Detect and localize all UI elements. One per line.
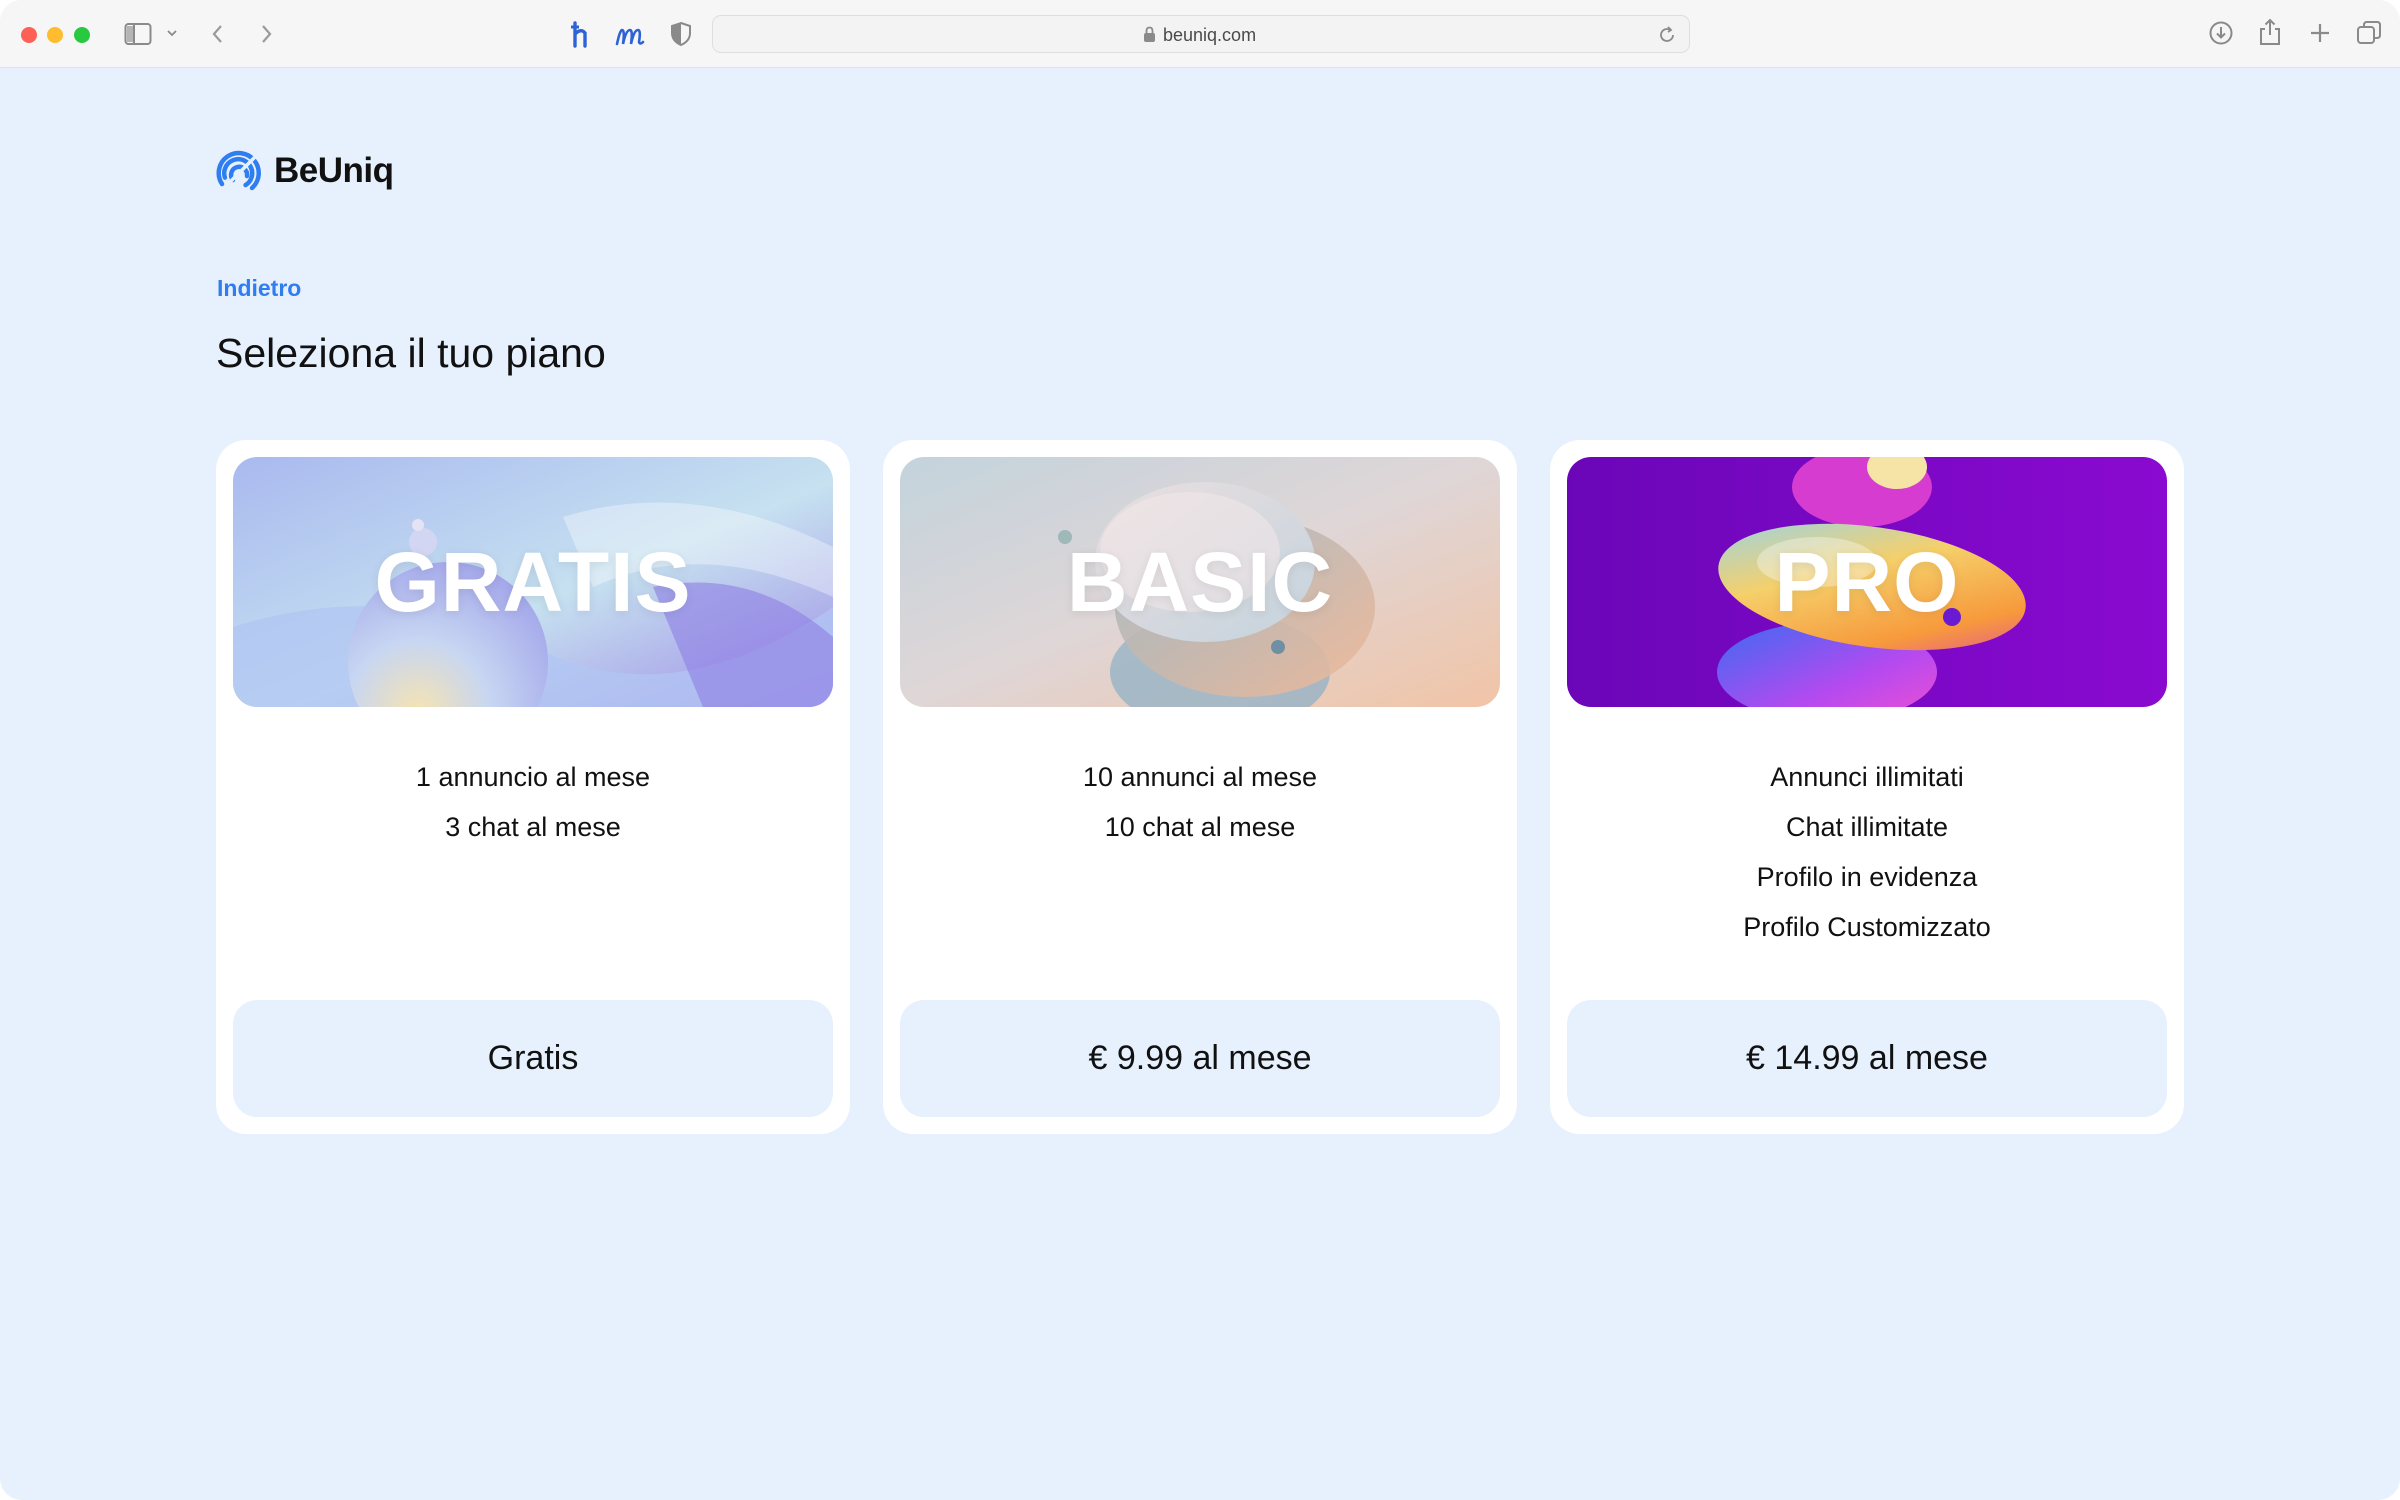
plan-banner-basic: BASIC: [900, 457, 1500, 707]
feature-item: Annunci illimitati: [1770, 762, 1964, 792]
select-plan-pro-button[interactable]: € 14.99 al mese: [1567, 1000, 2167, 1117]
feature-item: 10 annunci al mese: [1082, 762, 1318, 792]
plan-card-basic[interactable]: BASIC 10 annunci al mese 10 chat al mese…: [883, 440, 1517, 1134]
sidebar-icon[interactable]: [124, 22, 152, 46]
feature-item: 1 annuncio al mese: [415, 762, 651, 792]
page-title: Seleziona il tuo piano: [216, 330, 606, 376]
close-window-button[interactable]: [21, 27, 37, 43]
forward-arrow-icon[interactable]: [258, 22, 274, 46]
hypothesis-extension-icon[interactable]: [568, 20, 594, 50]
feature-item: Profilo in evidenza: [1756, 862, 1978, 892]
plan-name-gratis: GRATIS: [374, 534, 692, 629]
plan-card-gratis[interactable]: GRATIS 1 annuncio al mese 3 chat al mese…: [216, 440, 850, 1134]
brand-logo[interactable]: BeUniq: [216, 148, 394, 194]
url-text: beuniq.com: [1163, 25, 1257, 45]
address-bar[interactable]: beuniq.com: [712, 15, 1690, 53]
new-tab-icon[interactable]: [2308, 21, 2332, 45]
download-icon[interactable]: [2208, 20, 2234, 46]
browser-toolbar: beuniq.com: [0, 0, 2400, 68]
select-plan-gratis-button[interactable]: Gratis: [233, 1000, 833, 1117]
select-plan-basic-button[interactable]: € 9.99 al mese: [900, 1000, 1500, 1117]
brand-name: BeUniq: [274, 151, 394, 190]
browser-window: beuniq.com BeUniq Indietro Seleziona il …: [0, 0, 2400, 1500]
beuniq-logo-icon: [216, 150, 261, 191]
plan-features-gratis: 1 annuncio al mese 3 chat al mese: [216, 752, 850, 852]
feature-item: 10 chat al mese: [1104, 812, 1296, 842]
m-extension-icon[interactable]: [614, 24, 646, 48]
plan-features-pro: Annunci illimitati Chat illimitate Profi…: [1550, 752, 2184, 952]
feature-item: Chat illimitate: [1785, 812, 1949, 842]
plan-banner-pro: PRO: [1567, 457, 2167, 707]
plan-name-basic: BASIC: [1066, 534, 1334, 629]
plan-card-pro[interactable]: PRO Annunci illimitati Chat illimitate P…: [1550, 440, 2184, 1134]
plan-features-basic: 10 annunci al mese 10 chat al mese: [883, 752, 1517, 852]
feature-item: 3 chat al mese: [445, 812, 621, 842]
tabs-overview-icon[interactable]: [2356, 20, 2382, 46]
chevron-down-icon[interactable]: [166, 28, 178, 38]
lock-icon: [1143, 26, 1156, 48]
back-link[interactable]: Indietro: [217, 275, 301, 302]
shield-icon[interactable]: [670, 21, 692, 47]
back-arrow-icon[interactable]: [210, 22, 226, 46]
reload-icon[interactable]: [1657, 25, 1677, 50]
plan-banner-gratis: GRATIS: [233, 457, 833, 707]
plan-name-pro: PRO: [1774, 534, 1960, 629]
minimize-window-button[interactable]: [47, 27, 63, 43]
feature-item: Profilo Customizzato: [1743, 912, 1991, 942]
share-icon[interactable]: [2258, 18, 2282, 46]
zoom-window-button[interactable]: [74, 27, 90, 43]
